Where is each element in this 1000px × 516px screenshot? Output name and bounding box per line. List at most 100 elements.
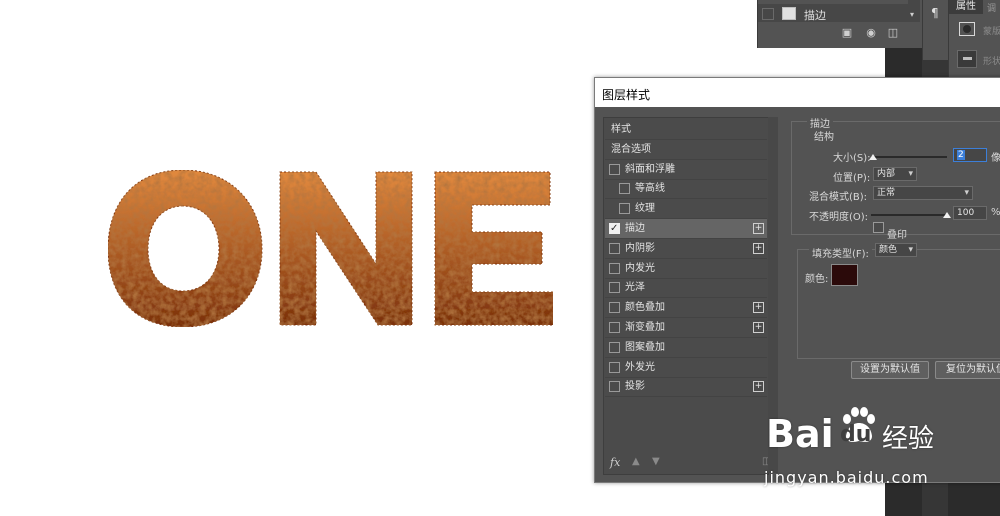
size-unit: 像素 [991,153,1000,164]
style-checkbox[interactable] [609,322,620,333]
size-input[interactable]: 2 [953,148,987,162]
style-list: 样式混合选项斜面和浮雕等高线纹理描边 + 内阴影 + 内发光光泽颜色叠加 + 渐变叠加 + 图案… [603,117,771,475]
style-checkbox[interactable] [609,242,620,254]
opacity-slider-track[interactable] [871,214,947,216]
overprint-checkbox[interactable] [873,222,884,233]
blend-mode-label: 混合模式(B): [809,192,868,203]
style-list-item[interactable]: 斜面和浮雕 [605,160,767,180]
layer-thumbnail-icon [782,7,796,20]
style-checkbox[interactable] [619,203,630,215]
style-list-item[interactable]: 描边 + [605,219,767,239]
style-checkbox[interactable] [609,302,620,314]
visibility-toggle[interactable] [762,8,774,20]
style-list-item[interactable]: 光泽 [605,278,767,299]
opacity-input[interactable]: 100 [953,206,987,220]
baidu-watermark: Bai du 经验 jingyan.baidu.com [760,404,990,494]
layers-footer: ▣ ◉ ◫ [758,26,920,44]
add-instance-icon[interactable]: + [753,302,764,314]
style-checkbox[interactable] [619,183,630,195]
style-item-label: 样式 [611,124,631,135]
layer-name: 描边 [804,9,826,22]
structure-title: 结构 [811,128,837,143]
properties-panel: 属性 调 蒙版 形状 [948,0,1000,78]
style-list-item[interactable]: 内发光 [605,259,767,279]
list-footer: fx ▲ ▼ ◫ [610,456,771,472]
move-down-icon[interactable]: ▼ [652,456,660,467]
style-checkbox[interactable] [609,282,620,294]
overprint-label: 叠印 [887,230,907,241]
paragraph-panel-strip: ¶ [922,0,949,60]
add-instance-icon[interactable]: + [753,223,764,234]
adjustment-icon[interactable]: ▣ [840,26,854,40]
make-default-button[interactable]: 设置为默认值 [851,361,929,379]
position-dropdown[interactable]: 内部 [873,167,917,181]
letter-e [434,171,554,326]
opacity-slider-thumb[interactable] [943,212,951,218]
style-checkbox[interactable] [609,381,620,393]
style-item-label: 描边 [625,223,645,234]
reset-default-button[interactable]: 复位为默认值 [935,361,1000,379]
style-checkbox[interactable] [609,341,620,353]
style-item-label: 斜面和浮雕 [625,163,675,175]
style-item-label: 光泽 [625,282,645,294]
style-item-label: 图案叠加 [625,341,665,353]
camera-icon[interactable]: ◉ [864,26,878,40]
trash-icon[interactable]: ◫ [886,26,900,40]
style-list-item[interactable]: 混合选项 [605,140,767,160]
layers-scrollbar[interactable]: ▾ [908,0,920,22]
scroll-down-icon[interactable]: ▾ [910,10,914,19]
watermark-url: jingyan.baidu.com [764,468,929,487]
layer-row[interactable]: 描边 [758,4,908,22]
watermark-brand-2: du [840,422,872,447]
style-list-item[interactable]: 内阴影 + [605,239,767,259]
style-checkbox[interactable] [609,219,620,238]
style-list-item[interactable]: 颜色叠加 + [605,298,767,319]
watermark-cn: 经验 [882,424,935,454]
paragraph-icon[interactable]: ¶ [931,6,939,20]
mask-label: 蒙版 [983,27,1000,37]
opacity-unit: % [991,207,1000,218]
letter-n [279,171,413,326]
tab-properties[interactable]: 属性 [949,0,983,14]
fx-icon[interactable]: fx [610,456,620,469]
style-list-item[interactable]: 图案叠加 [605,338,767,358]
style-checkbox[interactable] [609,361,620,373]
add-instance-icon[interactable]: + [753,242,764,254]
stroke-color-swatch[interactable] [831,264,858,286]
dialog-title-bar[interactable]: 图层样式 [595,78,1000,107]
style-list-item[interactable]: 纹理 [605,199,767,220]
watermark-brand: Bai [766,412,834,456]
style-item-label: 内发光 [625,262,655,274]
tab-adjustments[interactable]: 调 [987,1,996,14]
style-list-item[interactable]: 等高线 [605,179,767,200]
canvas-artwork [107,169,554,328]
style-item-label: 渐变叠加 [625,322,665,333]
add-instance-icon[interactable]: + [753,322,764,333]
fill-type-group [797,249,1000,359]
dialog-title: 图层样式 [602,88,651,102]
style-item-label: 混合选项 [611,143,651,155]
add-instance-icon[interactable]: + [753,381,764,393]
style-item-label: 外发光 [625,361,655,373]
style-list-item[interactable]: 渐变叠加 + [605,318,767,338]
style-item-label: 纹理 [635,203,655,215]
position-label: 位置(P): [833,173,871,184]
move-up-icon[interactable]: ▲ [632,456,640,467]
style-list-item[interactable]: 外发光 [605,358,767,378]
style-item-label: 颜色叠加 [625,302,665,314]
blend-mode-dropdown[interactable]: 正常 [873,186,973,200]
style-list-item[interactable]: 投影 + [605,377,767,398]
style-checkbox[interactable] [609,163,620,175]
shape-icon[interactable] [957,50,977,68]
color-label: 颜色: [805,274,829,285]
style-list-item[interactable]: 样式 [605,120,767,140]
size-slider-track[interactable] [871,156,947,158]
fill-type-label: 填充类型(F): [809,245,872,260]
style-checkbox[interactable] [609,262,620,274]
mask-icon[interactable] [959,22,975,36]
fill-type-dropdown[interactable]: 颜色 [875,243,917,257]
size-slider-thumb[interactable] [868,154,877,160]
style-item-label: 内阴影 [625,242,655,254]
letter-o [107,169,263,328]
size-label: 大小(S): [833,153,871,164]
